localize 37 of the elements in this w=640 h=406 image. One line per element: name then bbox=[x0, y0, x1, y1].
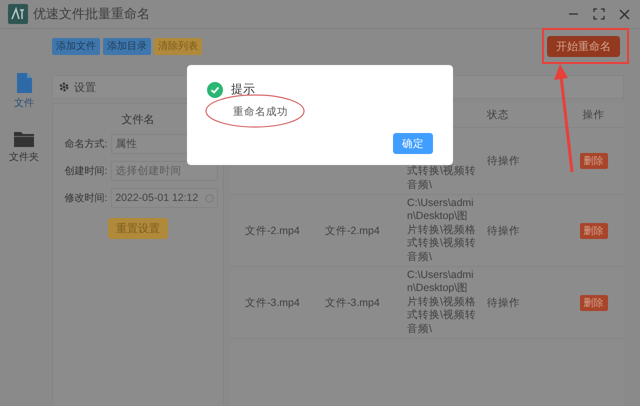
table-cell-text: 文件-3.mp4 bbox=[325, 296, 381, 311]
column-header: 操作 bbox=[582, 108, 606, 122]
table-cell-text: 文件-2.mp4 bbox=[245, 224, 301, 239]
settings-title: 设置 bbox=[74, 80, 96, 94]
file-icon bbox=[16, 73, 32, 93]
settings-icon bbox=[59, 82, 69, 92]
table-cell-text: 文件-3.mp4 bbox=[245, 296, 301, 311]
dialog-message: 重命名成功 bbox=[233, 105, 289, 119]
status-cell-text: 待操作 bbox=[487, 224, 521, 239]
column-header: 状态 bbox=[487, 108, 510, 122]
start-rename-button[interactable]: 开始重命名 bbox=[547, 36, 620, 56]
input-field[interactable]: 2022-05-01 12:12 bbox=[111, 188, 218, 208]
delete-button[interactable]: 删除 bbox=[580, 294, 608, 311]
status-cell-text: 待操作 bbox=[487, 296, 521, 311]
status-cell-text: 待操作 bbox=[487, 154, 521, 169]
add-button[interactable]: 添加文件 bbox=[52, 38, 100, 54]
field-label: 命名方式: bbox=[64, 138, 108, 151]
window-title: 优速文件批量重命名 bbox=[33, 5, 150, 23]
dialog-title: 提示 bbox=[231, 81, 255, 98]
confirm-button[interactable]: 确定 bbox=[393, 133, 433, 154]
section-title: 文件名 bbox=[122, 112, 154, 127]
path-cell-text: 式转换\视频转音频\ bbox=[407, 164, 477, 193]
path-cell-text: C:\Users\admin\Desktop\图片转换\视频格式转换\视频转音频\ bbox=[407, 196, 477, 265]
maximize-icon bbox=[593, 8, 605, 20]
sidebar-item[interactable]: 文件 bbox=[14, 73, 34, 110]
close-icon bbox=[619, 8, 630, 20]
delete-button[interactable]: 删除 bbox=[580, 153, 608, 169]
check-icon bbox=[207, 82, 223, 98]
sidebar-item[interactable]: 文件夹 bbox=[9, 130, 39, 164]
field-label: 修改时间: bbox=[64, 192, 108, 205]
app-logo-icon bbox=[8, 4, 28, 24]
delete-button[interactable]: 删除 bbox=[580, 222, 608, 239]
table-cell-text: 文件-2.mp4 bbox=[325, 224, 381, 239]
path-cell-text: C:\Users\admin\Desktop\图片转换\视频格式转换\视频转音频\ bbox=[407, 268, 477, 337]
folder-icon bbox=[14, 130, 34, 147]
field-label: 创建时间: bbox=[64, 164, 108, 178]
add-button[interactable]: 添加目录 bbox=[103, 38, 151, 54]
